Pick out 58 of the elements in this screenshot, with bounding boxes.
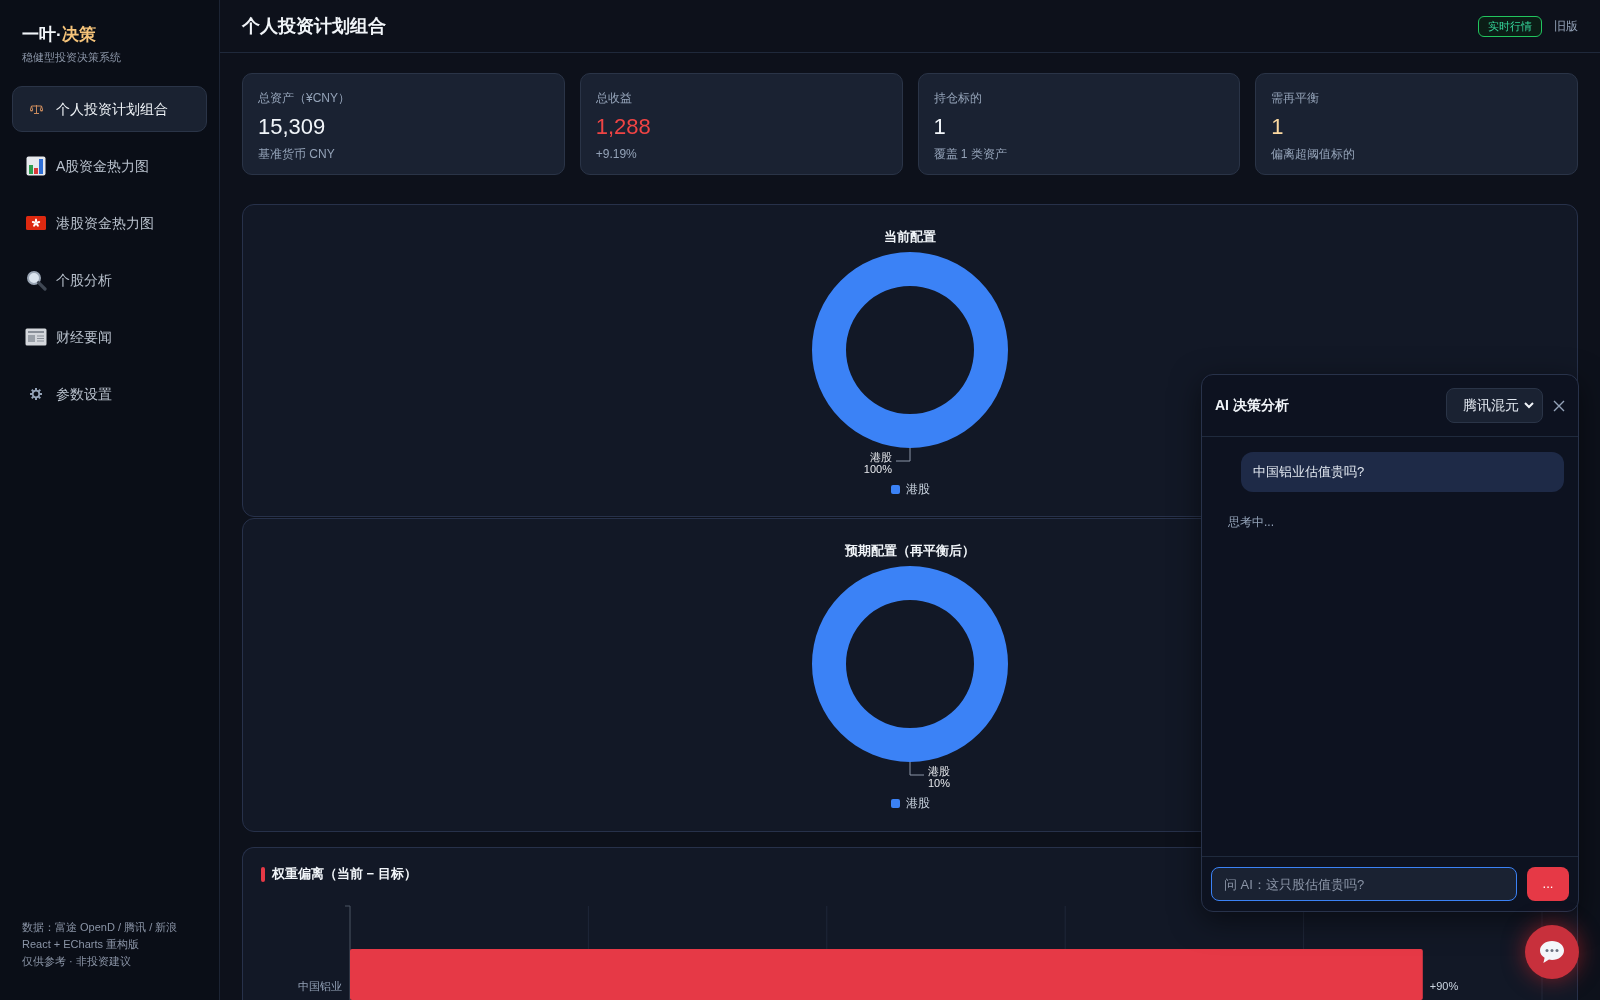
chart-title: 权重偏离（当前 − 目标） [272, 865, 417, 883]
app-subtitle: 稳健型投资决策系统 [22, 50, 121, 64]
stat-label: 总收益 [595, 90, 632, 106]
stat-note: 基准货币 CNY [258, 146, 335, 162]
stat-label: 总资产（¥CNY） [258, 90, 350, 106]
chat-input[interactable]: 问 AI：这只股估值贵吗? [1211, 867, 1517, 901]
slice-value-label: 10% [928, 777, 951, 789]
value-label: +90% [1429, 980, 1459, 992]
nav-item[interactable]: 财经要闻 [12, 314, 207, 360]
newspaper-icon [25, 328, 47, 346]
user-message: 中国铝业估值贵吗? [1241, 452, 1564, 492]
flag-icon [26, 216, 46, 230]
panel-title: AI 决策分析 [1215, 396, 1289, 415]
nav-item[interactable]: A股资金热力图 [12, 143, 207, 189]
footer-text: 数据：富途 OpenD / 腾讯 / 新浪 [22, 920, 178, 935]
stat-note: 覆盖 1 类资产 [933, 146, 1007, 162]
leader-line [909, 761, 925, 776]
model-select[interactable]: 腾讯混元 [1446, 388, 1543, 423]
stat-note: 偏离超阈值标的 [1271, 146, 1356, 162]
thinking-status: 思考中... [1228, 514, 1274, 530]
close-icon [1553, 399, 1565, 412]
search-icon [25, 269, 47, 291]
footer-text: 仅供参考 · 非投资建议 [22, 954, 131, 969]
leader-line [895, 447, 911, 462]
settings-icon [30, 388, 42, 400]
chart-title: 当前配置 [884, 228, 936, 246]
legend-marker-icon [890, 798, 900, 808]
stat-label: 持仓标的 [933, 90, 982, 106]
stat-value: 1 [1271, 113, 1284, 141]
legend-marker-icon [890, 484, 900, 494]
chart-title: 预期配置（再平衡后） [845, 542, 975, 560]
speech-bubble-icon [1539, 940, 1565, 964]
stat-label: 需再平衡 [1271, 90, 1320, 106]
title-marker-icon [261, 866, 265, 882]
close-button[interactable] [1552, 398, 1566, 413]
stat-value: 1 [933, 113, 946, 141]
nav-item[interactable]: 个股分析 [12, 257, 207, 303]
legacy-version-link[interactable]: 旧版 [1554, 18, 1578, 34]
scale-icon [29, 104, 43, 114]
legend-label[interactable]: 港股 [905, 481, 930, 497]
slice-label: 港股 [870, 451, 892, 463]
legend-label[interactable]: 港股 [905, 795, 930, 811]
stat-value: 1,288 [595, 113, 651, 141]
stat-value: 15,309 [258, 113, 326, 141]
footer-text: React + ECharts 重构版 [22, 937, 140, 952]
slice-value-label: 100% [863, 463, 892, 475]
app-logo: 一叶·决策 [22, 24, 96, 46]
stat-note: +9.19% [595, 146, 637, 162]
chevron-down-icon [1524, 402, 1534, 409]
live-badge: 实时行情 [1478, 15, 1542, 37]
nav-item[interactable]: 参数设置 [12, 371, 207, 417]
nav-item[interactable]: 个人投资计划组合 [12, 86, 207, 132]
bar-chart-icon [26, 156, 46, 176]
nav-item[interactable]: 港股资金热力图 [12, 200, 207, 246]
category-label: 中国铝业 [298, 980, 342, 992]
slice-label: 港股 [928, 765, 950, 777]
send-button[interactable]: ... [1527, 867, 1569, 901]
page-title: 个人投资计划组合 [242, 15, 386, 38]
